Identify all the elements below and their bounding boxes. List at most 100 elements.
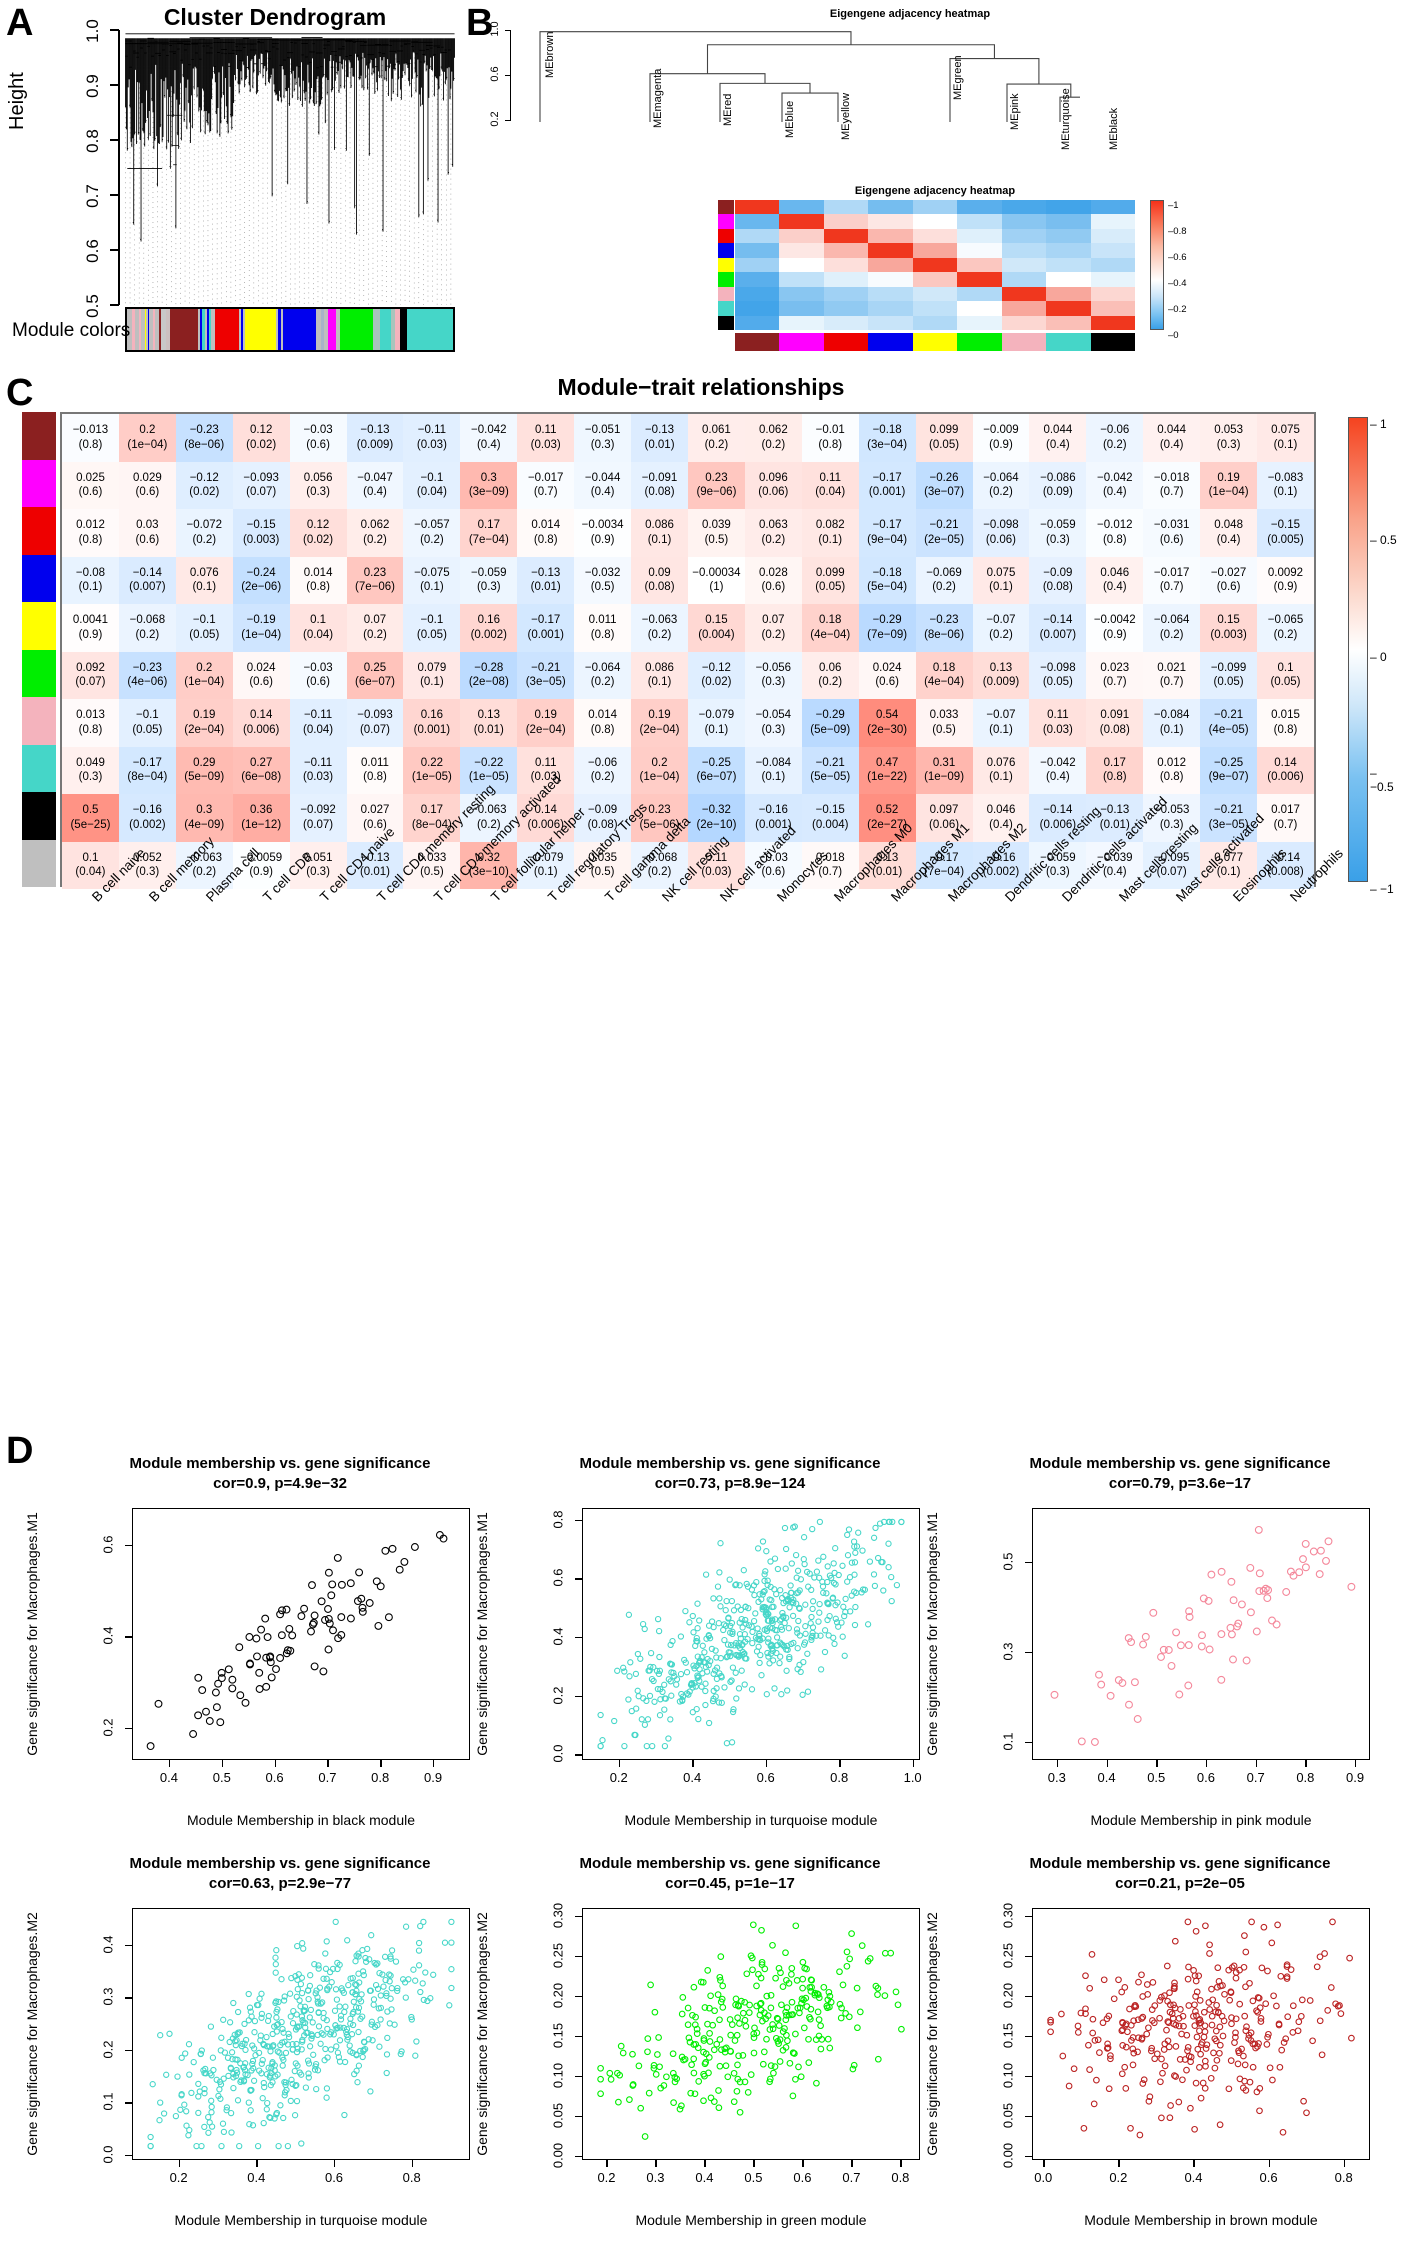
scatter-point: [599, 1737, 606, 1744]
panel-b-heatmap-cell: [1001, 228, 1047, 244]
cell-pvalue: (0.001): [527, 628, 564, 641]
scatter-point: [742, 2022, 750, 2030]
panel-c-heatmap-cell: 0.19 (2e−04): [517, 699, 575, 747]
cell-pvalue: (0.9): [1102, 628, 1127, 641]
panel-a-axis-line: [118, 30, 120, 305]
cell-correlation: 0.19: [534, 709, 557, 722]
scatter-point: [688, 2061, 695, 2069]
scatter-point: [1085, 2041, 1092, 2049]
scatter-point: [715, 2104, 723, 2112]
scatter-point: [1249, 2063, 1257, 2071]
scatter-point: [1279, 2128, 1287, 2136]
scatter-point: [1080, 2124, 1088, 2132]
scatter-point: [769, 1941, 776, 1949]
scatter-point: [1241, 2012, 1249, 2020]
cell-pvalue: (0.006): [242, 723, 280, 736]
scatter-point: [1138, 2015, 1146, 2022]
panel-c-heatmap-cell: −0.064 (0.2): [1143, 604, 1201, 652]
panel-c-heatmap-cell: 0.046 (0.4): [1086, 556, 1144, 604]
cell-correlation: 0.017: [1271, 804, 1300, 817]
scatter-point: [1278, 2046, 1286, 2054]
scatter-point: [782, 1545, 790, 1553]
cell-pvalue: (0.2): [647, 866, 672, 879]
scatter-point: [1299, 1555, 1307, 1564]
cell-pvalue: (1e−04): [639, 771, 680, 784]
scatter-point: [881, 1992, 889, 1999]
cell-pvalue: (0.06): [985, 533, 1016, 546]
scatter-point: [754, 1545, 762, 1552]
scatter-point: [852, 1549, 859, 1556]
panel-c-heatmap-cell: −0.32 (2e−10): [687, 794, 745, 842]
scatter-point: [715, 2087, 722, 2094]
scatter-point: [413, 2038, 420, 2045]
cell-pvalue: (0.8): [1273, 723, 1298, 736]
scatter-point: [1126, 2005, 1133, 2013]
cell-pvalue: (0.8): [78, 438, 103, 451]
panel-b-leaf-label: MEbrown: [544, 31, 556, 78]
cell-correlation: −0.075: [414, 566, 450, 579]
panel-b-leaf-label: MEpink: [1009, 93, 1021, 130]
cell-correlation: 0.091: [1100, 709, 1130, 722]
cell-pvalue: (0.9): [1273, 581, 1298, 594]
scatter-point: [331, 2007, 339, 2014]
scatter-point: [1192, 1927, 1200, 1935]
cell-pvalue: (0.1): [989, 771, 1013, 784]
panel-c-heatmap-cell: −0.027 (0.6): [1200, 556, 1258, 604]
cell-pvalue: (0.1): [420, 676, 444, 689]
panel-a-ytick-mark: [110, 139, 119, 141]
scatter-point: [386, 2020, 393, 2027]
scatter-point: [821, 1627, 829, 1634]
scatter-point: [324, 1605, 332, 1613]
panel-c-heatmap-cell: −0.056 (0.3): [744, 651, 802, 699]
scatter-point: [749, 1628, 756, 1636]
scatter-point: [700, 2097, 707, 2105]
panel-c-heatmap-cell: −0.018 (0.7): [1143, 461, 1201, 509]
panel-c-heatmap-cell: 0.076 (0.1): [972, 746, 1030, 794]
cell-correlation: −0.057: [414, 519, 450, 532]
scatter-point: [825, 1988, 833, 1996]
scatter-point: [641, 1721, 649, 1728]
panel-b-heatmap-cell: [735, 200, 780, 215]
cell-correlation: 0.024: [246, 661, 276, 674]
scatter-point: [177, 2106, 184, 2113]
scatter-point: [383, 2069, 390, 2077]
scatter-point: [1115, 1976, 1122, 1984]
scatter-point: [272, 1665, 280, 1674]
scatter-point: [770, 2069, 777, 2077]
scatter-point: [1318, 2051, 1326, 2059]
panel-c-heatmap-cell: −0.017 (0.7): [1143, 556, 1201, 604]
scatter-point: [705, 2054, 713, 2061]
scatter-point: [617, 2042, 625, 2050]
scatter-point: [448, 1966, 455, 1973]
cell-correlation: 0.31: [932, 756, 956, 769]
scatter-point: [1322, 1556, 1330, 1565]
panel-c-heatmap-cell: −0.1 (0.05): [175, 604, 233, 652]
cell-correlation: 0.06: [819, 661, 842, 674]
scatter-point: [220, 2075, 227, 2082]
scatter-point: [319, 1667, 328, 1676]
cell-correlation: 0.23: [363, 566, 387, 579]
panel-c-heatmap-cell: 0.5 (5e−25): [62, 794, 119, 842]
cell-pvalue: (0.2): [989, 628, 1013, 641]
scatter-point: [380, 1983, 387, 1990]
cell-correlation: 0.11: [819, 471, 841, 484]
scatter-point: [888, 1573, 895, 1581]
cell-pvalue: (0.5): [590, 866, 615, 879]
panel-c-heatmap-cell: −0.28 (2e−08): [460, 651, 518, 699]
panel-b-heatmap-cell: [1090, 272, 1135, 287]
scatter-point: [341, 2111, 348, 2119]
scatter-point: [1284, 2013, 1292, 2021]
panel-b-heatmap-row: [735, 228, 1135, 244]
panel-b-heatmap-cell: [735, 272, 780, 287]
scatter-point: [277, 2102, 284, 2109]
scatter-point: [1242, 1948, 1250, 1956]
cell-correlation: 0.092: [76, 661, 105, 674]
panel-c-heatmap-cell: 0.07 (0.2): [744, 604, 802, 652]
scatter-point: [850, 1538, 858, 1545]
scatter-point: [1213, 2056, 1221, 2064]
scatter-point: [326, 1968, 334, 1976]
panel-a-module-colors-bar: [125, 307, 455, 352]
cell-correlation: 0.056: [303, 471, 333, 484]
panel-c-heatmap-cell: 0.013 (0.8): [62, 699, 119, 747]
cell-correlation: −0.08: [75, 566, 105, 579]
